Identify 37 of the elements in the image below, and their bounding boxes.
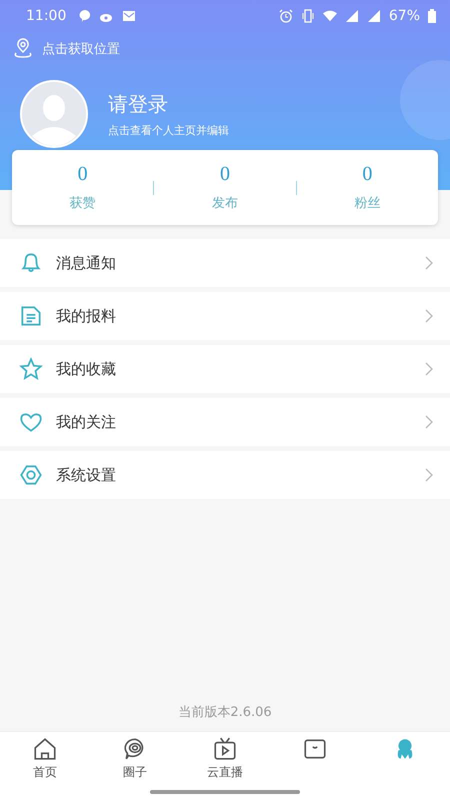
menu-item[interactable]: 消息通知 [0,239,450,287]
menu-label: 我的关注 [56,412,117,432]
home-icon [32,736,58,762]
mail-icon [122,9,136,23]
vibrate-icon [300,9,315,23]
chevron-icon [424,255,434,271]
menu-item[interactable]: 我的收藏 [0,345,450,393]
signal-icon [366,9,381,23]
menu-label: 我的收藏 [56,360,117,378]
chevron-icon [424,414,434,430]
stat-value: 0 [78,163,88,186]
menu-item[interactable]: 我的报料 [0,292,450,340]
version-text: 当前版本2.6.06 [178,704,272,722]
chevron-icon [424,467,434,483]
menu-item[interactable]: 我的关注 [0,398,450,446]
nav-tab[interactable]: 云直播 [180,732,270,784]
chevron-icon [424,308,434,324]
stat-value: 0 [220,163,230,186]
menu-label: 我的报料 [56,306,117,326]
location-pin-icon[interactable] [12,38,34,60]
star-icon [18,356,44,382]
chat-icon [78,9,92,23]
tv-icon [212,736,238,762]
battery-icon [428,9,436,23]
stat-value: 0 [362,163,372,186]
menu-label: 消息通知 [56,254,117,272]
alarm-icon [278,9,293,23]
nav-tab[interactable]: 首页 [0,732,90,784]
chevron-icon [424,361,434,377]
nav-tab[interactable]: 圈子 [90,732,180,784]
status-time: 11:00 [26,8,66,24]
battery-level: 67% [388,8,420,24]
wifi-icon [322,9,337,23]
menu-item[interactable]: 系统设置 [0,451,450,499]
menu-label: 系统设置 [56,466,117,484]
profile-hint: 点击查看个人主页并编辑 [108,122,229,138]
signal-icon [344,9,359,23]
